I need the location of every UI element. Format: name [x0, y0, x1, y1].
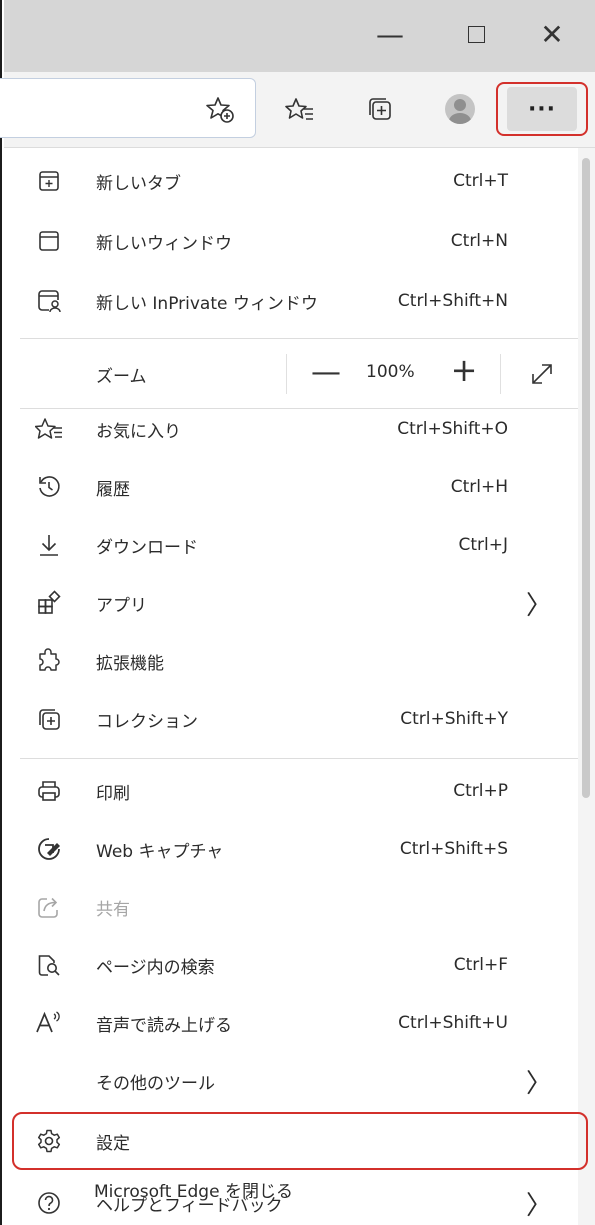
menu-item-shortcut: Ctrl+H [450, 477, 508, 497]
menu-item-more-tools[interactable]: その他のツール 〉 [20, 1054, 578, 1108]
toolbar: ··· [0, 72, 595, 148]
menu-item-label: 履歴 [96, 479, 130, 500]
close-window-button[interactable]: ✕ [528, 14, 576, 54]
menu-item-shortcut: Ctrl+Shift+S [399, 839, 508, 859]
full-screen-icon [532, 364, 552, 384]
new-tab-icon [32, 164, 66, 198]
minimize-button[interactable]: — [366, 14, 414, 54]
menu-item-web-capture[interactable]: Web キャプチャ Ctrl+Shift+S [20, 822, 578, 876]
menu-item-share[interactable]: 共有 [20, 880, 578, 934]
menu-item-label: その他のツール [96, 1073, 215, 1094]
menu-item-label: ページ内の検索 [96, 957, 215, 978]
menu-item-shortcut: Ctrl+Shift+U [398, 1013, 508, 1033]
menu-item-label: Web キャプチャ [96, 841, 224, 862]
collections-button[interactable] [360, 89, 400, 129]
close-icon: ✕ [540, 17, 564, 51]
profile-button[interactable] [440, 89, 480, 129]
favorites-icon [32, 412, 66, 446]
title-bar: — ✕ [4, 0, 595, 72]
menu-item-close-edge[interactable]: Microsoft Edge を閉じる [18, 1162, 576, 1216]
menu-item-label: コレクション [96, 711, 198, 732]
menu-item-inprivate[interactable]: 新しい InPrivate ウィンドウ Ctrl+Shift+N [20, 274, 578, 328]
zoom-label: ズーム [96, 367, 147, 387]
extensions-icon [32, 644, 66, 678]
find-icon [32, 948, 66, 982]
history-icon [32, 470, 66, 504]
menu-item-find-on-page[interactable]: ページ内の検索 Ctrl+F [20, 938, 578, 992]
menu-item-label: 拡張機能 [96, 653, 164, 674]
download-icon [32, 528, 66, 562]
menu-scrollbar[interactable] [578, 148, 595, 1225]
menu-item-label: アプリ [96, 595, 147, 616]
menu-item-new-window[interactable]: 新しいウィンドウ Ctrl+N [20, 214, 578, 268]
add-favorite-button[interactable] [200, 89, 240, 129]
zoom-row: ズーム — 100% + [20, 342, 578, 404]
menu-item-shortcut: Ctrl+J [458, 535, 508, 555]
menu-item-label: 新しいタブ [96, 173, 181, 194]
menu-item-label: ダウンロード [96, 537, 198, 558]
minimize-icon: — [376, 17, 404, 51]
menu-item-label: 新しいウィンドウ [96, 233, 232, 254]
web-capture-icon [32, 832, 66, 866]
settings-and-more-button[interactable]: ··· [496, 82, 588, 136]
menu-item-apps[interactable]: アプリ 〉 [20, 576, 578, 630]
menu-item-new-tab[interactable]: 新しいタブ Ctrl+T [20, 154, 578, 208]
menu-item-label: Microsoft Edge を閉じる [94, 1181, 293, 1202]
collections-icon [32, 702, 66, 736]
more-icon: ··· [507, 87, 577, 131]
menu-item-history[interactable]: 履歴 Ctrl+H [20, 460, 578, 514]
menu-item-extensions[interactable]: 拡張機能 [20, 634, 578, 688]
zoom-value: 100% [366, 362, 415, 382]
settings-menu: 新しいタブ Ctrl+T 新しいウィンドウ Ctrl+N 新しい InPriva… [20, 148, 578, 1225]
read-aloud-icon [32, 1006, 66, 1040]
maximize-button[interactable] [452, 14, 500, 54]
add-favorite-icon [206, 97, 234, 123]
favorites-button[interactable] [280, 89, 320, 129]
browser-window: — ✕ ··· 新しいタブ Ctrl+T 新しいウィンドウ Ctrl+N 新しい… [0, 0, 595, 1225]
menu-item-shortcut: Ctrl+F [453, 955, 508, 975]
menu-item-shortcut: Ctrl+Shift+Y [400, 709, 508, 729]
menu-item-shortcut: Ctrl+T [453, 171, 508, 191]
share-icon [32, 890, 66, 924]
favorites-icon [285, 98, 313, 120]
apps-icon [32, 586, 66, 620]
new-window-icon [32, 224, 66, 258]
full-screen-button[interactable] [520, 352, 564, 396]
menu-item-read-aloud[interactable]: 音声で読み上げる Ctrl+Shift+U [20, 996, 578, 1050]
menu-item-shortcut: Ctrl+Shift+N [397, 291, 508, 311]
menu-item-downloads[interactable]: ダウンロード Ctrl+J [20, 518, 578, 572]
menu-item-shortcut: Ctrl+Shift+O [397, 419, 508, 439]
scrollbar-thumb[interactable] [582, 158, 590, 798]
menu-divider [20, 338, 578, 339]
menu-item-label: 新しい InPrivate ウィンドウ [96, 293, 318, 314]
maximize-icon [467, 25, 485, 43]
chevron-right-icon: 〉 [525, 1068, 552, 1099]
menu-item-shortcut: Ctrl+N [450, 231, 508, 251]
zoom-in-button[interactable]: + [442, 348, 486, 392]
avatar [445, 94, 475, 124]
menu-item-label: 共有 [96, 899, 130, 920]
collections-icon [369, 98, 391, 120]
chevron-right-icon: 〉 [525, 590, 552, 621]
menu-item-favorites[interactable]: お気に入り Ctrl+Shift+O [20, 402, 578, 456]
menu-item-label: お気に入り [96, 421, 181, 442]
zoom-out-button[interactable]: — [304, 350, 348, 394]
inprivate-icon [32, 284, 66, 318]
menu-item-label: 音声で読み上げる [96, 1015, 232, 1036]
